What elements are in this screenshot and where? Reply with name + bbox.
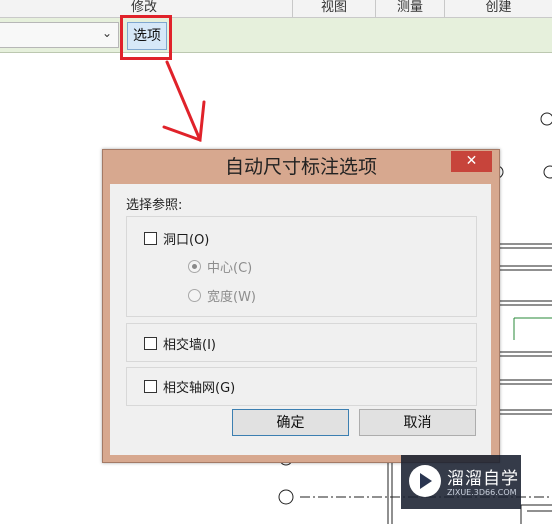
- radio-button[interactable]: [188, 289, 201, 302]
- intersecting-walls-label: 相交墙(I): [163, 338, 216, 353]
- watermark: 溜溜自学 ZIXUE.3D66.COM: [401, 455, 521, 509]
- openings-label: 洞口(O): [163, 233, 210, 248]
- checkbox-box[interactable]: [144, 380, 157, 393]
- dialog-title: 自动尺寸标注选项: [224, 156, 377, 178]
- openings-checkbox[interactable]: 洞口(O): [144, 229, 209, 248]
- annotation-arrow: [162, 60, 206, 143]
- watermark-brand: 溜溜自学: [447, 469, 519, 489]
- auto-dimension-options-dialog: 自动尺寸标注选项 ✕ 选择参照: 洞口(O) 中心(C) 宽度(W) 相交墙(I…: [102, 149, 500, 463]
- options-bar: ⌄ 选项: [0, 18, 552, 53]
- tab-create[interactable]: 创建: [445, 0, 552, 17]
- center-label: 中心(C): [207, 261, 253, 276]
- chevron-down-icon: ⌄: [101, 26, 112, 40]
- close-icon: ✕: [465, 153, 478, 169]
- grid-bubble: [278, 489, 294, 505]
- intersecting-grids-checkbox[interactable]: 相交轴网(G): [144, 377, 235, 396]
- tab-measure[interactable]: 测量: [376, 0, 444, 17]
- cancel-button[interactable]: 取消: [359, 409, 476, 436]
- center-radio[interactable]: 中心(C): [188, 257, 252, 276]
- checkbox-box[interactable]: [144, 232, 157, 245]
- intersecting-walls-checkbox[interactable]: 相交墙(I): [144, 334, 216, 353]
- ok-button[interactable]: 确定: [232, 409, 349, 436]
- close-button[interactable]: ✕: [451, 151, 492, 172]
- width-label: 宽度(W): [207, 290, 256, 305]
- play-logo-icon: [409, 465, 441, 497]
- grid-bubble: [543, 165, 552, 179]
- radio-button[interactable]: [188, 260, 201, 273]
- width-radio[interactable]: 宽度(W): [188, 286, 256, 305]
- select-references-label: 选择参照:: [126, 198, 183, 213]
- highlight-box: [120, 15, 172, 60]
- intersecting-grids-label: 相交轴网(G): [163, 381, 236, 396]
- checkbox-box[interactable]: [144, 337, 157, 350]
- tab-view[interactable]: 视图: [293, 0, 375, 17]
- ribbon-tab-bar: 修改 视图 测量 创建: [0, 0, 552, 18]
- grid-bubble: [540, 112, 552, 126]
- type-dropdown[interactable]: ⌄: [0, 22, 119, 48]
- dialog-body: 选择参照: 洞口(O) 中心(C) 宽度(W) 相交墙(I) 相交轴网(G) 确…: [110, 184, 491, 455]
- watermark-url: ZIXUE.3D66.COM: [447, 488, 517, 497]
